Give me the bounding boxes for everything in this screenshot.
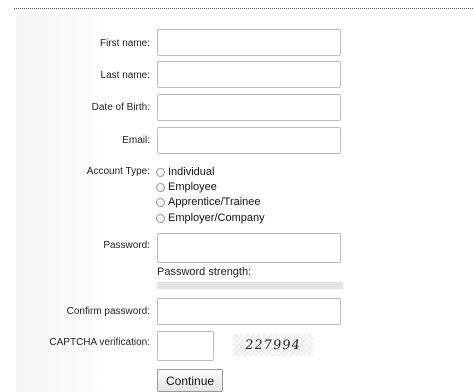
account-type-label: Account Type:	[86, 166, 150, 177]
first-name-label: First name:	[99, 38, 150, 49]
captcha-text: 227994	[244, 337, 302, 353]
account-type-option-employee[interactable]: Employee	[156, 181, 217, 193]
radio-icon[interactable]	[156, 213, 165, 223]
top-divider	[14, 8, 473, 9]
account-type-option-label: Employee	[168, 181, 217, 193]
captcha-input[interactable]	[157, 331, 214, 361]
confirm-password-label: Confirm password:	[66, 306, 150, 317]
account-type-option-label: Apprentice/Trainee	[168, 196, 261, 208]
email-label: Email:	[122, 135, 150, 146]
dob-label: Date of Birth:	[91, 102, 150, 113]
account-type-option-individual[interactable]: Individual	[156, 166, 214, 178]
password-field[interactable]	[157, 233, 341, 263]
password-label: Password:	[103, 240, 150, 251]
registration-page: First name: Last name: Date of Birth: Em…	[0, 0, 473, 392]
account-type-option-label: Employer/Company	[168, 212, 265, 224]
dob-field[interactable]	[157, 94, 341, 121]
captcha-image: 227994	[233, 334, 313, 356]
captcha-label: CAPTCHA verification:	[49, 337, 150, 348]
last-name-label: Last name:	[100, 70, 150, 81]
password-strength-meter	[157, 282, 343, 289]
last-name-field[interactable]	[157, 61, 341, 88]
confirm-password-field[interactable]	[157, 298, 341, 325]
continue-button[interactable]: Continue	[157, 369, 224, 392]
radio-icon[interactable]	[156, 167, 165, 177]
account-type-option-employer[interactable]: Employer/Company	[156, 212, 265, 224]
account-type-option-apprentice[interactable]: Apprentice/Trainee	[156, 196, 261, 208]
radio-icon[interactable]	[156, 182, 165, 192]
password-strength-label: Password strength:	[157, 266, 252, 278]
first-name-field[interactable]	[157, 29, 341, 56]
email-field[interactable]	[157, 127, 341, 154]
account-type-option-label: Individual	[168, 166, 215, 178]
radio-icon[interactable]	[156, 197, 165, 207]
